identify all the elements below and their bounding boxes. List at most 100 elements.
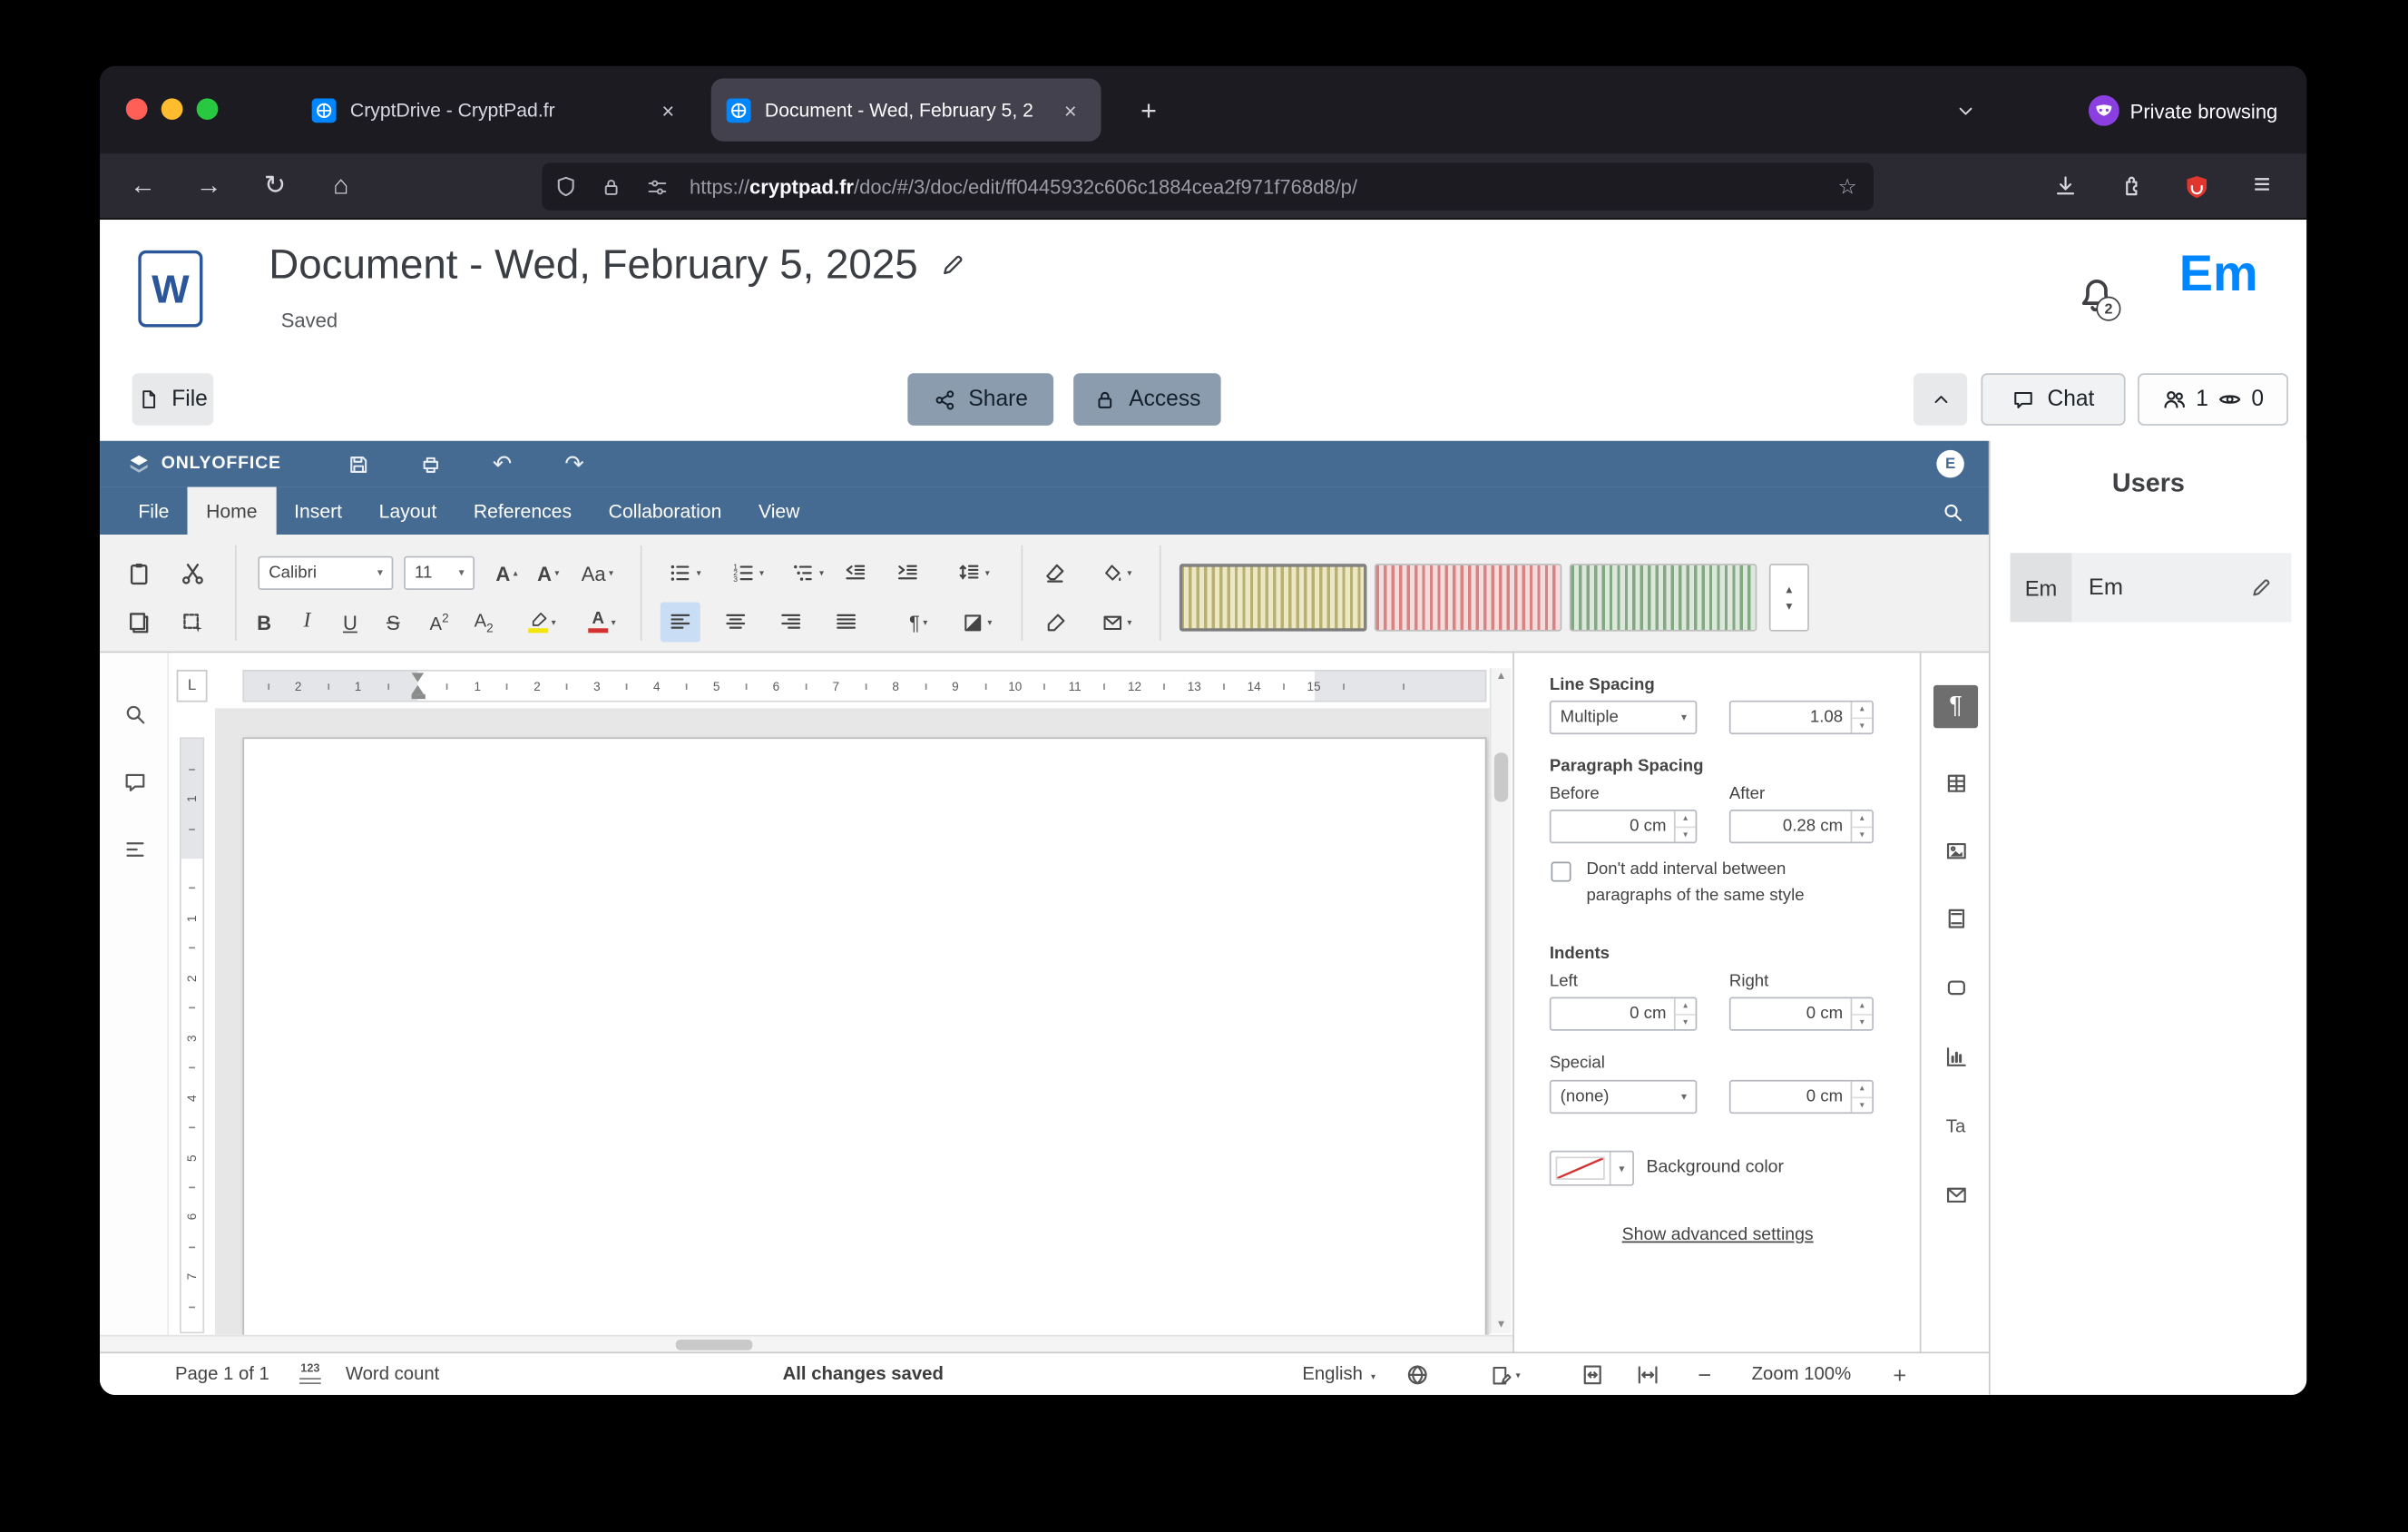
first-line-indent-marker[interactable] [411, 673, 424, 682]
share-button[interactable]: Share [907, 373, 1053, 426]
fit-to-page-button[interactable] [1574, 1357, 1611, 1394]
redo-button[interactable]: ↷ [554, 447, 594, 481]
document-page[interactable] [242, 737, 1486, 1334]
notifications-bell-button[interactable]: 2 [2075, 273, 2128, 326]
close-window-button[interactable] [126, 98, 148, 120]
maximize-window-button[interactable] [197, 98, 219, 120]
tab-cryptdrive[interactable]: CryptDrive - CryptPad.fr × [297, 78, 699, 141]
spin-down[interactable]: ▾ [1852, 1014, 1872, 1031]
menu-tab-collaboration[interactable]: Collaboration [590, 487, 739, 535]
underline-button[interactable]: U [330, 602, 370, 642]
user-avatar[interactable]: Em [2179, 244, 2258, 302]
spell-checking-button[interactable]: ▾ [1479, 1357, 1532, 1394]
menu-tab-references[interactable]: References [455, 487, 591, 535]
image-settings-tab[interactable] [1933, 830, 1978, 872]
header-footer-settings-tab[interactable] [1933, 897, 1978, 939]
new-tab-button[interactable]: + [1126, 87, 1172, 133]
chart-settings-tab[interactable] [1933, 1036, 1978, 1078]
spin-down[interactable]: ▾ [1676, 1014, 1696, 1031]
nonprinting-characters-button[interactable]: ¶ ▾ [891, 602, 946, 642]
increase-indent-button[interactable] [887, 553, 927, 593]
edit-user-pencil-icon[interactable] [2250, 576, 2273, 599]
spin-up[interactable]: ▴ [1852, 1082, 1872, 1097]
spacing-after-spinner[interactable]: 0.28 cm ▴▾ [1729, 810, 1874, 843]
tracking-shield-icon[interactable] [542, 175, 588, 198]
indent-right-spinner[interactable]: 0 cm ▴▾ [1729, 997, 1874, 1030]
spin-down[interactable]: ▾ [1676, 827, 1696, 844]
spin-down[interactable]: ▾ [1852, 827, 1872, 844]
line-spacing-amount-spinner[interactable]: 1.08 ▴▾ [1729, 701, 1874, 734]
spin-down[interactable]: ▾ [1852, 1097, 1872, 1115]
copy-button[interactable] [118, 602, 158, 642]
menu-tab-file[interactable]: File [120, 487, 188, 535]
back-button[interactable]: ← [118, 162, 167, 211]
horizontal-scrollbar-thumb[interactable] [676, 1340, 753, 1350]
collapse-toolbar-button[interactable] [1914, 373, 1967, 426]
special-amount-spinner[interactable]: 0 cm ▴▾ [1729, 1080, 1874, 1114]
left-indent-marker[interactable] [411, 694, 425, 699]
page-indicator[interactable]: Page 1 of 1 [175, 1353, 269, 1395]
find-button[interactable] [115, 694, 155, 734]
ublock-origin-button[interactable] [2171, 162, 2220, 211]
italic-button[interactable]: I [288, 602, 328, 642]
horizontal-scrollbar[interactable] [100, 1335, 1512, 1352]
line-spacing-select[interactable]: Multiple ▾ [1550, 701, 1697, 734]
comments-button[interactable] [115, 762, 155, 802]
word-count-button[interactable]: Word count [346, 1353, 440, 1395]
chevron-down-icon[interactable]: ▾ [1672, 712, 1695, 724]
text-art-settings-tab[interactable]: Ta [1933, 1105, 1978, 1147]
styles-gallery-expand-button[interactable]: ▴ ▾ [1769, 564, 1809, 631]
spin-up[interactable]: ▴ [1852, 998, 1872, 1014]
paragraph-color-button[interactable]: ▾ [1089, 553, 1144, 593]
save-button[interactable] [338, 447, 377, 481]
show-advanced-settings-link[interactable]: Show advanced settings [1514, 1226, 1922, 1244]
multilevel-list-button[interactable]: ▾ [780, 553, 836, 593]
style-preview-no-spacing[interactable] [1375, 564, 1561, 631]
increase-font-button[interactable]: A▴ [487, 553, 527, 593]
zoom-in-button[interactable]: + [1881, 1357, 1918, 1394]
change-case-button[interactable]: Aa▾ [570, 553, 625, 593]
minimize-window-button[interactable] [162, 98, 183, 120]
participants-button[interactable]: 1 0 [2138, 373, 2288, 426]
indent-left-spinner[interactable]: 0 cm ▴▾ [1550, 997, 1697, 1030]
chevron-down-icon[interactable]: ▾ [1672, 1091, 1695, 1104]
spin-up[interactable]: ▴ [1676, 811, 1696, 827]
forward-button[interactable]: → [184, 162, 233, 211]
font-name-select[interactable]: Calibri ▾ [258, 556, 393, 590]
file-menu-button[interactable]: File [132, 373, 214, 426]
spacing-before-spinner[interactable]: 0 cm ▴▾ [1550, 810, 1697, 843]
hanging-indent-marker[interactable] [411, 685, 424, 694]
mail-merge-settings-tab[interactable] [1933, 1174, 1978, 1216]
menu-tab-layout[interactable]: Layout [360, 487, 455, 535]
zoom-out-button[interactable]: − [1686, 1357, 1723, 1394]
align-right-button[interactable] [771, 602, 811, 642]
decrease-font-button[interactable]: A▾ [528, 553, 568, 593]
decrease-indent-button[interactable] [836, 553, 876, 593]
highlight-color-button[interactable]: ▾ [514, 602, 570, 642]
mail-merge-button[interactable]: ▾ [1089, 602, 1144, 642]
font-size-select[interactable]: 11 ▾ [404, 556, 475, 590]
superscript-button[interactable]: A2 [419, 602, 459, 642]
undo-button[interactable]: ↶ [482, 447, 522, 481]
table-settings-tab[interactable] [1933, 762, 1978, 805]
close-tab-icon[interactable]: × [652, 94, 683, 125]
print-button[interactable] [410, 447, 450, 481]
shape-settings-tab[interactable] [1933, 967, 1978, 1009]
navigation-headings-button[interactable] [115, 830, 155, 869]
chevron-down-icon[interactable]: ▾ [368, 567, 391, 580]
close-tab-icon[interactable]: × [1055, 94, 1086, 125]
menu-hamburger-button[interactable]: ≡ [2237, 162, 2286, 211]
horizontal-ruler[interactable]: 21123456789101112131415 [242, 670, 1486, 702]
align-center-button[interactable] [716, 602, 756, 642]
numbering-button[interactable]: 123 ▾ [720, 553, 776, 593]
select-all-button[interactable] [172, 602, 212, 642]
scroll-up-arrow[interactable]: ▲ [1492, 672, 1512, 683]
vertical-scrollbar[interactable]: ▲ ▼ [1490, 668, 1512, 1333]
strikethrough-button[interactable]: S [373, 602, 413, 642]
scroll-down-arrow[interactable]: ▼ [1492, 1320, 1512, 1331]
chat-button[interactable]: Chat [1981, 373, 2125, 426]
bullets-button[interactable]: ▾ [657, 553, 712, 593]
menu-tab-insert[interactable]: Insert [276, 487, 361, 535]
clear-style-button[interactable] [1035, 553, 1075, 593]
style-preview-normal[interactable] [1180, 564, 1366, 631]
